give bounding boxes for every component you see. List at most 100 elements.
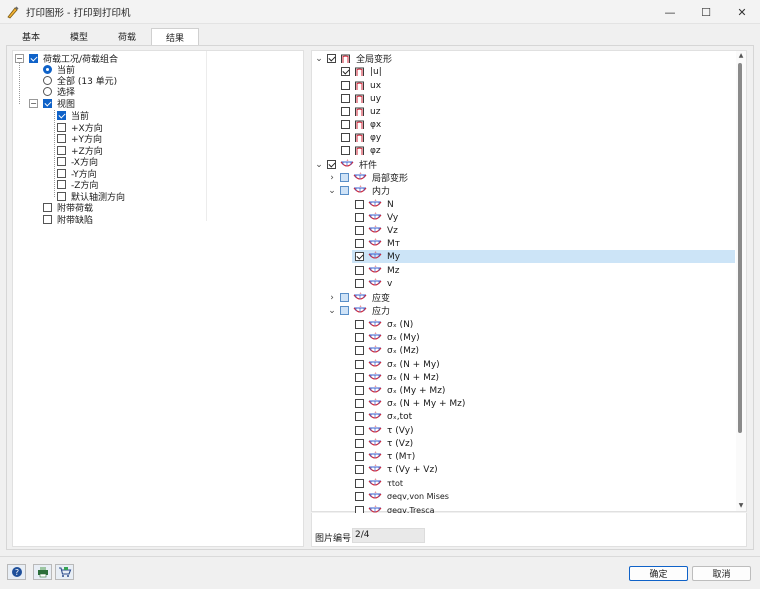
default-axis-checkbox[interactable] [57, 192, 66, 201]
stress-n-my-mz-checkbox[interactable] [355, 399, 364, 408]
member-beam-icon [368, 212, 382, 223]
left-tree-pane [12, 50, 304, 547]
minimize-button[interactable]: — [652, 0, 688, 24]
phiz-checkbox[interactable] [341, 146, 350, 155]
view-current-checkbox[interactable] [57, 111, 66, 120]
member-beam-icon [368, 251, 382, 262]
chevron-right-icon[interactable]: › [327, 173, 337, 183]
ok-button[interactable]: 确定 [629, 566, 688, 581]
chevron-right-icon[interactable]: › [327, 293, 337, 303]
member-beam-icon [368, 491, 382, 502]
cart-button[interactable] [55, 564, 74, 580]
strain-checkbox[interactable] [340, 293, 349, 302]
tau-tot-checkbox[interactable] [355, 479, 364, 488]
stress-n-checkbox[interactable] [355, 320, 364, 329]
member-beam-icon [368, 398, 382, 409]
phiy-checkbox[interactable] [341, 133, 350, 142]
load-group-checkbox[interactable] [29, 54, 38, 63]
stress-mz-row: σₓ (Mz) [355, 344, 419, 357]
chevron-down-icon[interactable]: ⌄ [327, 306, 337, 316]
uz-checkbox[interactable] [341, 107, 350, 116]
tab-results[interactable]: 结果 [151, 28, 200, 46]
internal-forces-checkbox[interactable] [340, 186, 349, 195]
maximize-button[interactable]: ☐ [688, 0, 724, 24]
scrollbar-thumb[interactable] [738, 63, 742, 433]
stress-my-mz-checkbox[interactable] [355, 386, 364, 395]
member-beam-icon [353, 305, 367, 316]
with-defects-checkbox[interactable] [43, 215, 52, 224]
with-loads-checkbox[interactable] [43, 203, 52, 212]
chevron-down-icon[interactable]: ⌄ [327, 186, 337, 196]
ux-checkbox[interactable] [341, 81, 350, 90]
close-button[interactable]: ✕ [724, 0, 760, 24]
tau-vz-label: τ (Vz) [387, 438, 414, 449]
strain-label: 应变 [372, 294, 391, 304]
stress-n-mz-checkbox[interactable] [355, 373, 364, 382]
minus-z-checkbox[interactable] [57, 180, 66, 189]
plus-x-checkbox[interactable] [57, 123, 66, 132]
stress-tot-checkbox[interactable] [355, 412, 364, 421]
local-deform-checkbox[interactable] [340, 173, 349, 182]
tab-basic[interactable]: 基本 [7, 28, 55, 45]
stress-n-mz-label: σₓ (N + Mz) [387, 372, 440, 383]
u-abs-checkbox[interactable] [341, 67, 350, 76]
scroll-up-icon[interactable]: ▲ [736, 52, 746, 60]
collapse-toggle[interactable]: − [29, 99, 38, 108]
print-preview-button[interactable] [33, 564, 52, 580]
tau-vz-checkbox[interactable] [355, 439, 364, 448]
stress-n-my-row: σₓ (N + My) [355, 358, 440, 371]
tau-mt-label: τ (Mт) [387, 451, 416, 462]
phix-row: φx [341, 118, 381, 131]
stress-checkbox[interactable] [340, 306, 349, 315]
force-vy-checkbox[interactable] [355, 213, 364, 222]
minus-x-checkbox[interactable] [57, 157, 66, 166]
members-checkbox[interactable] [327, 160, 336, 169]
member-beam-icon [368, 464, 382, 475]
force-v-checkbox[interactable] [355, 279, 364, 288]
help-button[interactable]: ? [7, 564, 26, 580]
force-n-checkbox[interactable] [355, 200, 364, 209]
members-node: ⌄ 杆件 [314, 158, 377, 171]
view-checkbox[interactable] [43, 99, 52, 108]
chevron-down-icon[interactable]: ⌄ [314, 54, 324, 64]
stress-my-checkbox[interactable] [355, 333, 364, 342]
tau-vy-row: τ (Vy) [355, 424, 414, 437]
app-icon [6, 5, 20, 19]
uy-checkbox[interactable] [341, 94, 350, 103]
plus-y-checkbox[interactable] [57, 134, 66, 143]
radio-all[interactable] [43, 76, 52, 85]
stress-mz-checkbox[interactable] [355, 346, 364, 355]
tau-vy-vz-label: τ (Vy + Vz) [387, 464, 438, 475]
global-deform-checkbox[interactable] [327, 54, 336, 63]
tau-vy-checkbox[interactable] [355, 426, 364, 435]
force-mt-checkbox[interactable] [355, 239, 364, 248]
radio-select[interactable] [43, 87, 52, 96]
plus-z-checkbox[interactable] [57, 146, 66, 155]
tau-mt-checkbox[interactable] [355, 452, 364, 461]
tree-line [19, 62, 20, 104]
minus-y-checkbox[interactable] [57, 169, 66, 178]
strain-node: › 应变 [327, 291, 390, 304]
tab-loads[interactable]: 荷载 [103, 28, 151, 45]
stress-n-my-checkbox[interactable] [355, 360, 364, 369]
force-my-checkbox[interactable] [355, 252, 364, 261]
tab-model[interactable]: 模型 [55, 28, 103, 45]
phix-checkbox[interactable] [341, 120, 350, 129]
member-beam-icon [353, 292, 367, 303]
scroll-down-icon[interactable]: ▼ [736, 502, 746, 510]
radio-current[interactable] [43, 65, 52, 74]
von-mises-checkbox[interactable] [355, 492, 364, 501]
chevron-down-icon[interactable]: ⌄ [314, 160, 324, 170]
vertical-scrollbar[interactable]: ▲ ▼ [736, 51, 746, 511]
title-bar: 打印图形 - 打印到打印机 — ☐ ✕ [0, 0, 760, 24]
tau-vy-vz-checkbox[interactable] [355, 465, 364, 474]
force-vz-checkbox[interactable] [355, 226, 364, 235]
cancel-button[interactable]: 取消 [692, 566, 751, 581]
force-mz-checkbox[interactable] [355, 266, 364, 275]
uy-row: uy [341, 92, 381, 105]
collapse-toggle[interactable]: − [15, 54, 24, 63]
member-beam-icon [368, 332, 382, 343]
with-defects-label: 附带缺陷 [57, 216, 94, 226]
stress-n-row: σₓ (N) [355, 318, 413, 331]
phiz-label: φz [370, 145, 381, 156]
